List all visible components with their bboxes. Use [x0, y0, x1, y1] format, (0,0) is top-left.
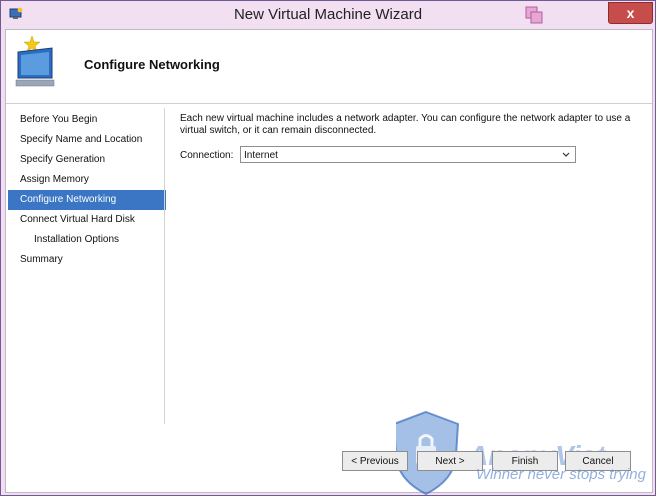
chevron-down-icon	[562, 152, 570, 157]
window-title: New Virtual Machine Wizard	[233, 6, 423, 23]
nav-item-specify-name-and-location[interactable]: Specify Name and Location	[8, 130, 166, 150]
nav-item-connect-virtual-hard-disk[interactable]: Connect Virtual Hard Disk	[8, 210, 166, 230]
next-button[interactable]: Next >	[417, 451, 483, 471]
new-vm-wizard-icon	[15, 35, 55, 87]
window-frame: New Virtual Machine Wizard x Configure N…	[0, 0, 656, 496]
watermark-slogan: Winner never stops trying	[476, 466, 646, 483]
nav-item-before-you-begin[interactable]: Before You Begin	[8, 110, 166, 130]
close-button[interactable]: x	[608, 2, 653, 24]
nav-item-installation-options[interactable]: Installation Options	[8, 230, 166, 250]
header-divider	[6, 103, 652, 104]
wizard-steps-nav: Before You Begin Specify Name and Locati…	[8, 110, 166, 270]
windows-overlap-icon	[525, 6, 543, 24]
wizard-header: Configure Networking	[6, 30, 652, 102]
nav-item-summary[interactable]: Summary	[8, 250, 166, 270]
connection-label: Connection:	[180, 150, 234, 161]
wizard-client-area: Configure Networking Before You Begin Sp…	[5, 29, 653, 496]
nav-item-configure-networking[interactable]: Configure Networking	[8, 190, 166, 210]
nav-item-specify-generation[interactable]: Specify Generation	[8, 150, 166, 170]
previous-button[interactable]: < Previous	[342, 451, 408, 471]
nav-item-assign-memory[interactable]: Assign Memory	[8, 170, 166, 190]
connection-select-value: Internet	[244, 150, 278, 161]
connection-select[interactable]: Internet	[240, 146, 576, 163]
nav-separator	[164, 108, 165, 424]
title-bar[interactable]: New Virtual Machine Wizard x	[1, 1, 655, 29]
networking-description: Each new virtual machine includes a netw…	[180, 113, 631, 136]
page-heading: Configure Networking	[84, 57, 220, 72]
